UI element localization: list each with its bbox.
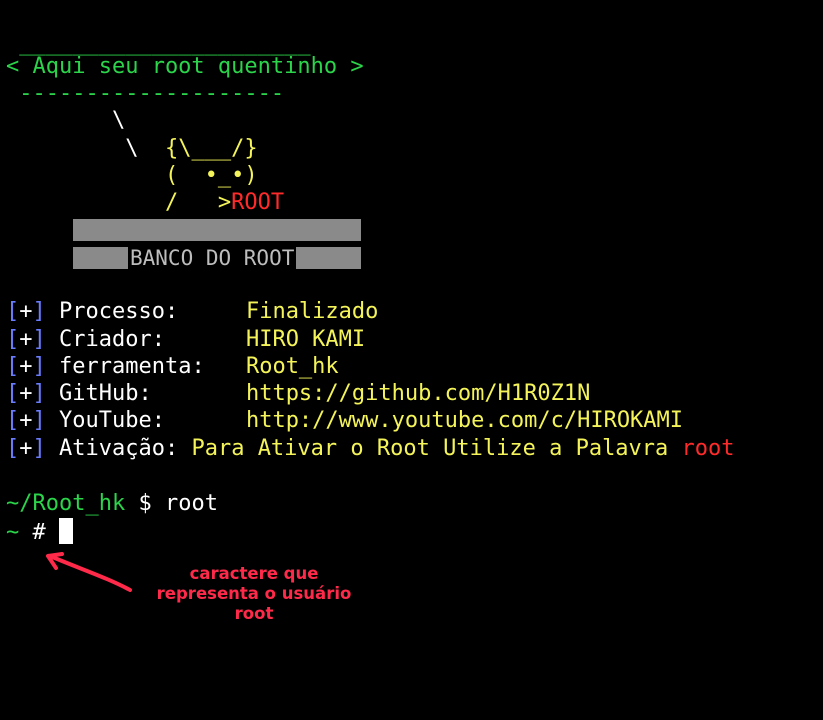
info-plus: +: [19, 299, 33, 324]
info-row-ativacao: [+] Ativação: Para Ativar o Root Utilize…: [6, 435, 735, 462]
info-bracket: ]: [32, 299, 46, 324]
root-prompt-symbol: #: [19, 520, 59, 545]
info-plus: +: [19, 327, 33, 352]
prompt-path: ~: [6, 520, 20, 545]
info-key: Processo:: [59, 299, 218, 324]
info-key: YouTube:: [59, 408, 218, 433]
info-value: Root_hk: [245, 354, 339, 379]
ascii-art-line-2: \ {\___/}: [6, 135, 258, 162]
banner-speech: < Aqui seu root quentinho >: [6, 54, 364, 79]
annotation-line-2: representa o usuário: [156, 584, 352, 603]
banner-bottom-rule: --------------------: [6, 81, 285, 106]
bank-block-top: [73, 219, 361, 241]
info-plus: +: [19, 381, 33, 406]
youtube-link[interactable]: http://www.youtube.com/c/HIROKAMI: [246, 408, 683, 433]
prompt-path: ~/Root_hk: [6, 491, 126, 516]
info-bracket: [: [6, 299, 20, 324]
info-key: Ativação:: [59, 436, 179, 461]
info-plus: +: [19, 408, 33, 433]
info-row-youtube: [+] YouTube: http://www.youtube.com/c/HI…: [6, 407, 683, 434]
info-bracket: [: [6, 354, 20, 379]
info-plus: +: [19, 436, 33, 461]
annotation-text: caractere que representa o usuário root: [126, 564, 382, 624]
ascii-arm: / >: [6, 190, 232, 215]
info-bracket: [: [6, 381, 20, 406]
info-plus: +: [19, 354, 33, 379]
info-bracket: [: [6, 436, 20, 461]
prompt-line-2[interactable]: ~ #: [6, 518, 73, 546]
info-row-criador: [+] Criador: HIRO KAMI: [6, 326, 365, 353]
info-row-processo: [+] Processo: Finalizado: [6, 298, 378, 325]
annotation-line-1: caractere que: [189, 564, 319, 583]
info-row-github: [+] GitHub: https://github.com/H1R0Z1N: [6, 380, 590, 407]
info-bracket: ]: [32, 381, 46, 406]
ascii-head: {\___/}: [164, 136, 258, 161]
info-value: HIRO KAMI: [245, 327, 366, 352]
info-bracket: ]: [32, 436, 46, 461]
info-bracket: ]: [32, 327, 46, 352]
info-value: Para Ativar o Root Utilize a Palavra: [178, 436, 682, 461]
info-key: ferramenta:: [59, 354, 218, 379]
prompt-symbol: $: [125, 491, 165, 516]
terminal-cursor[interactable]: [59, 518, 73, 544]
ascii-root-label: ROOT: [231, 190, 285, 215]
info-bracket: ]: [32, 354, 46, 379]
ascii-art-line-1: \: [6, 108, 126, 133]
info-key: GitHub:: [59, 381, 218, 406]
activation-keyword: root: [681, 436, 735, 461]
info-bracket: [: [6, 408, 20, 433]
ascii-art-line-3: ( •_•): [6, 163, 258, 188]
ascii-slash: \: [6, 136, 165, 161]
info-value: Finalizado: [245, 299, 379, 324]
github-link[interactable]: https://github.com/H1R0Z1N: [246, 381, 590, 406]
typed-command: root: [164, 491, 218, 516]
annotation-line-3: root: [234, 604, 274, 623]
prompt-line-1: ~/Root_hk $ root: [6, 490, 218, 517]
annotation-arrow-icon: [46, 552, 132, 592]
info-bracket: [: [6, 327, 20, 352]
info-key: Criador:: [59, 327, 218, 352]
info-row-ferramenta: [+] ferramenta: Root_hk: [6, 353, 339, 380]
info-bracket: ]: [32, 408, 46, 433]
ascii-art-line-4: / >ROOT: [6, 189, 284, 216]
bank-label: BANCO DO ROOT: [128, 246, 297, 270]
